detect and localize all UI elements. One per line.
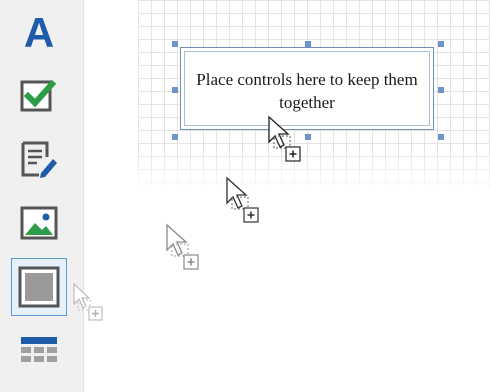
checkbox-tool[interactable] <box>12 68 66 122</box>
letter-a-icon: A <box>23 9 55 56</box>
table-tool[interactable] <box>12 326 66 380</box>
table-icon <box>21 337 57 362</box>
richtext-tool[interactable] <box>12 132 66 186</box>
resize-handle-top-center[interactable] <box>305 41 311 47</box>
resize-handle-bottom-left[interactable] <box>172 134 178 140</box>
resize-handle-top-right[interactable] <box>438 41 444 47</box>
drag-copy-cursor-icon <box>268 115 301 162</box>
panel-icon <box>18 266 60 308</box>
resize-handle-middle-left[interactable] <box>172 87 178 93</box>
resize-handle-top-left[interactable] <box>172 41 178 47</box>
picture-tool[interactable] <box>12 196 66 250</box>
panel-placeholder-text: Place controls here to keep them togethe… <box>196 70 418 112</box>
label-tool[interactable]: A <box>12 6 66 60</box>
grid-fade <box>138 150 490 195</box>
panel-tool[interactable] <box>11 258 67 316</box>
edit-document-icon <box>21 141 57 178</box>
panel-control[interactable]: Place controls here to keep them togethe… <box>180 47 434 130</box>
checkbox-checked-icon <box>20 79 57 112</box>
drag-copy-cursor-icon <box>166 223 199 270</box>
drag-copy-cursor-icon <box>226 176 259 223</box>
picture-icon <box>20 206 58 240</box>
drag-copy-cursor-icon <box>73 282 103 321</box>
resize-handle-bottom-right[interactable] <box>438 134 444 140</box>
toolbox: A <box>0 0 84 392</box>
resize-handle-middle-right[interactable] <box>438 87 444 93</box>
